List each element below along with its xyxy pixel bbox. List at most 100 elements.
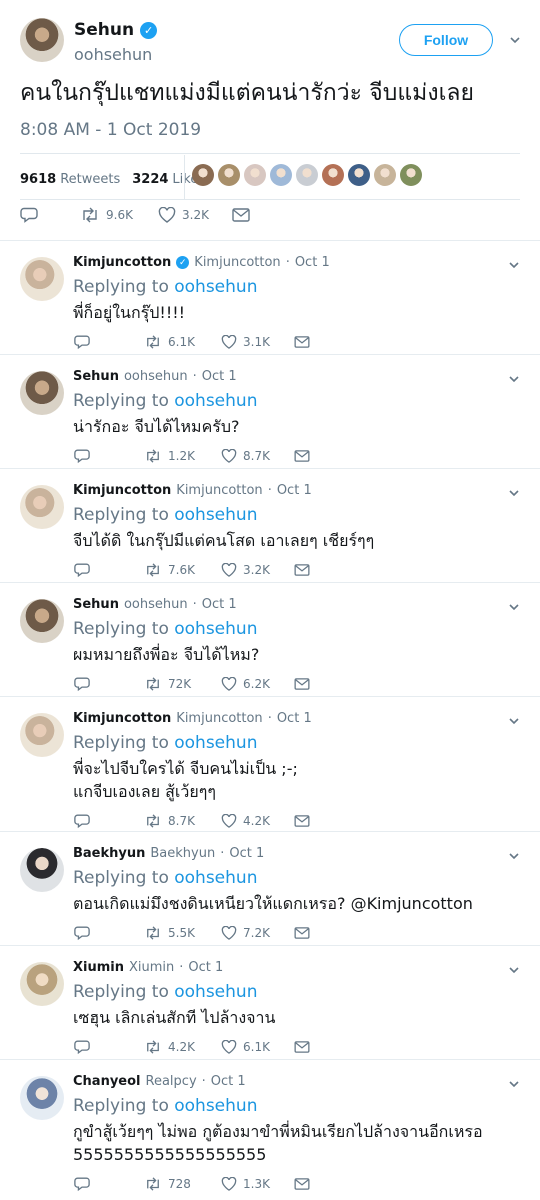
author-name[interactable]: Baekhyun [73,846,145,861]
avatar[interactable] [20,713,64,757]
reply-button[interactable] [74,1176,144,1192]
reply-date[interactable]: Oct 1 [277,483,312,498]
direct-message-button[interactable] [294,336,310,348]
author-name[interactable]: Kimjuncotton [73,255,171,270]
avatar[interactable] [20,1076,64,1120]
author-handle[interactable]: oohsehun [124,369,188,384]
reply-button[interactable] [74,813,144,829]
reply-date[interactable]: Oct 1 [211,1074,246,1089]
direct-message-button[interactable] [294,564,310,576]
replying-to-link[interactable]: oohsehun [174,982,257,1002]
reply-tweet[interactable]: Sehun oohsehun · Oct 1 Replying to oohsehun น… [0,354,540,468]
chevron-down-icon[interactable] [506,485,522,501]
author-name[interactable]: Xiumin [73,960,124,975]
reply-button[interactable] [74,1039,144,1055]
author-handle[interactable]: Kimjuncotton [194,255,280,270]
chevron-down-icon[interactable] [506,371,522,387]
retweet-button[interactable]: 1.2K [144,449,221,463]
like-button[interactable]: 4.2K [221,814,294,828]
reply-tweet[interactable]: Sehun oohsehun · Oct 1 Replying to oohsehun ผ… [0,582,540,696]
retweet-button[interactable]: 6.1K [144,335,221,349]
retweets-stat[interactable]: 9618 Retweets [20,172,120,187]
liker-avatar[interactable] [192,164,214,186]
liker-avatar[interactable] [322,164,344,186]
author-handle[interactable]: Xiumin [129,960,174,975]
author-handle[interactable]: Kimjuncotton [176,483,262,498]
reply-date[interactable]: Oct 1 [188,960,223,975]
liker-avatar[interactable] [296,164,318,186]
like-button[interactable]: 1.3K [221,1177,294,1191]
retweet-button[interactable]: 72K [144,677,221,691]
retweet-button[interactable]: 8.7K [144,814,221,828]
reply-button[interactable] [74,676,144,692]
tweet-timestamp[interactable]: 8:08 AM - 1 Oct 2019 [20,120,201,140]
like-button[interactable]: 7.2K [221,926,294,940]
reply-tweet[interactable]: Xiumin Xiumin · Oct 1 Replying to oohsehun เซ… [0,945,540,1059]
author-name[interactable]: Kimjuncotton [73,483,171,498]
author-handle[interactable]: oohsehun [124,597,188,612]
replying-to-link[interactable]: oohsehun [174,277,257,297]
retweet-button[interactable]: 9.6K [80,207,158,223]
like-button[interactable]: 3.2K [158,207,232,223]
reply-tweet[interactable]: Kimjuncotton Kimjuncotton · Oct 1 Replying t… [0,468,540,582]
direct-message-button[interactable] [294,450,310,462]
avatar[interactable] [20,18,64,62]
replying-to-link[interactable]: oohsehun [174,391,257,411]
author-handle[interactable]: oohsehun [74,45,152,64]
avatar[interactable] [20,599,64,643]
reply-button[interactable] [74,334,144,350]
chevron-down-icon[interactable] [506,599,522,615]
reply-date[interactable]: Oct 1 [202,369,237,384]
liker-avatar[interactable] [218,164,240,186]
like-button[interactable]: 6.2K [221,677,294,691]
replying-to-link[interactable]: oohsehun [174,619,257,639]
reply-button[interactable] [74,562,144,578]
like-button[interactable]: 8.7K [221,449,294,463]
liker-avatar[interactable] [400,164,422,186]
chevron-down-icon[interactable] [506,713,522,729]
reply-tweet[interactable]: Baekhyun Baekhyun · Oct 1 Replying to oohseh… [0,831,540,945]
author-name[interactable]: Sehun ✓ [74,20,158,40]
liker-avatar[interactable] [244,164,266,186]
retweet-button[interactable]: 5.5K [144,926,221,940]
reply-button[interactable] [74,448,144,464]
avatar[interactable] [20,485,64,529]
replying-to-link[interactable]: oohsehun [174,1096,257,1116]
direct-message-button[interactable] [294,927,310,939]
replying-to-link[interactable]: oohsehun [174,505,257,525]
liker-avatar[interactable] [374,164,396,186]
chevron-down-icon[interactable] [506,962,522,978]
author-name[interactable]: Chanyeol [73,1074,141,1089]
avatar[interactable] [20,257,64,301]
like-button[interactable]: 3.2K [221,563,294,577]
reply-date[interactable]: Oct 1 [229,846,264,861]
author-name[interactable]: Kimjuncotton [73,711,171,726]
author-name[interactable]: Sehun [73,369,119,384]
author-name[interactable]: Sehun [73,597,119,612]
direct-message-button[interactable] [232,208,250,222]
chevron-down-icon[interactable] [507,32,523,48]
author-handle[interactable]: Kimjuncotton [176,711,262,726]
avatar[interactable] [20,371,64,415]
direct-message-button[interactable] [294,678,310,690]
reply-button[interactable] [74,925,144,941]
avatar[interactable] [20,848,64,892]
reply-tweet[interactable]: Kimjuncotton Kimjuncotton · Oct 1 Replying t… [0,696,540,831]
replying-to-link[interactable]: oohsehun [174,868,257,888]
author-name-text[interactable]: Sehun [74,20,134,40]
avatar[interactable] [20,962,64,1006]
chevron-down-icon[interactable] [506,848,522,864]
liker-avatar[interactable] [348,164,370,186]
like-button[interactable]: 3.1K [221,335,294,349]
direct-message-button[interactable] [294,1041,310,1053]
retweet-button[interactable]: 4.2K [144,1040,221,1054]
liker-avatar[interactable] [270,164,292,186]
replying-to-link[interactable]: oohsehun [174,733,257,753]
like-button[interactable]: 6.1K [221,1040,294,1054]
author-handle[interactable]: Realpcy [146,1074,197,1089]
direct-message-button[interactable] [294,1178,310,1190]
reply-tweet[interactable]: Chanyeol Realpcy · Oct 1 Replying to oohsehu… [0,1059,540,1192]
reply-date[interactable]: Oct 1 [202,597,237,612]
reply-tweet[interactable]: Kimjuncotton ✓ Kimjuncotton · Oct 1 Replying … [0,240,540,354]
chevron-down-icon[interactable] [506,1076,522,1092]
